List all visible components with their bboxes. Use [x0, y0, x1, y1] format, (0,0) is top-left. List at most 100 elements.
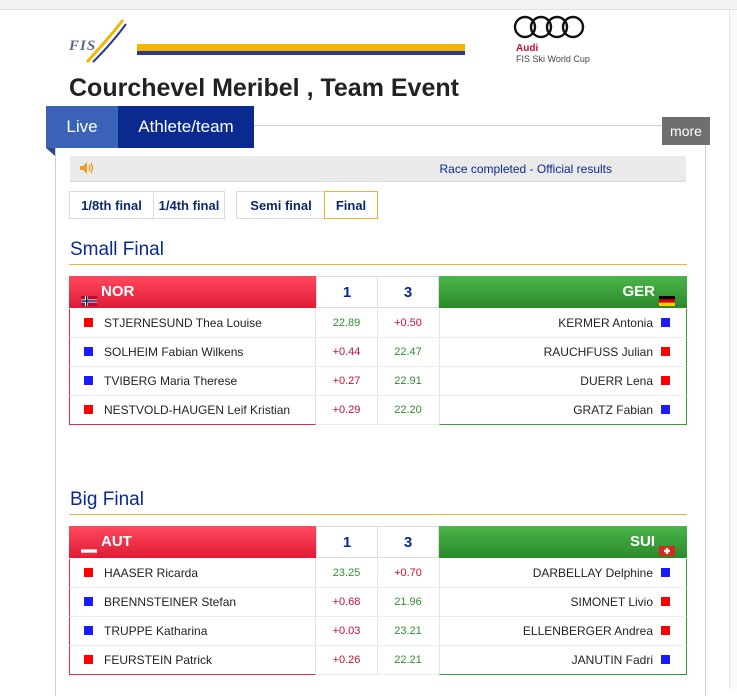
header-stripe-blue — [137, 51, 465, 55]
athlete-name[interactable]: GRATZ Fabian — [573, 403, 653, 417]
table-row-left-athlete: SOLHEIM Fabian Wilkens — [69, 338, 316, 367]
table-row-left-athlete: TRUPPE Katharina — [69, 617, 316, 646]
athlete-name[interactable]: BRENNSTEINER Stefan — [104, 595, 236, 609]
run3-value: +0.50 — [377, 309, 439, 338]
athlete-name[interactable]: SIMONET Livio — [571, 595, 653, 609]
run3-value: 22.20 — [377, 396, 439, 425]
athlete-name[interactable]: HAASER Ricarda — [104, 566, 198, 580]
big-final-title: Big Final — [70, 489, 144, 510]
course-color-marker — [661, 626, 670, 636]
more-button[interactable]: more — [662, 117, 710, 145]
small-final-left-team: NOR — [101, 283, 135, 300]
athlete-name[interactable]: NESTVOLD-HAUGEN Leif Kristian — [104, 403, 290, 417]
tab-semi-final[interactable]: Semi final — [236, 191, 326, 219]
germany-flag-icon — [659, 286, 675, 307]
small-final-right-team-header: GER — [439, 276, 687, 308]
athlete-name[interactable]: TRUPPE Katharina — [104, 624, 207, 638]
tab-notch — [46, 148, 55, 156]
athlete-name[interactable]: KERMER Antonia — [558, 316, 653, 330]
course-color-marker — [84, 597, 93, 607]
athlete-name[interactable]: RAUCHFUSS Julian — [544, 345, 653, 359]
table-row-left-athlete: NESTVOLD-HAUGEN Leif Kristian — [69, 396, 316, 425]
course-color-marker — [661, 376, 670, 386]
athlete-name[interactable]: FEURSTEIN Patrick — [104, 653, 212, 667]
run3-value: 21.96 — [377, 588, 439, 617]
course-color-marker — [661, 347, 670, 357]
athlete-name[interactable]: DUERR Lena — [580, 374, 653, 388]
small-final-run3-header: 3 — [377, 276, 439, 308]
athlete-name[interactable]: TVIBERG Maria Therese — [104, 374, 237, 388]
run1-value: +0.26 — [316, 646, 378, 675]
speaker-icon[interactable] — [79, 161, 95, 175]
run3-value: 22.91 — [377, 367, 439, 396]
status-text[interactable]: Race completed - Official results — [439, 162, 612, 176]
run3-value: 22.21 — [377, 646, 439, 675]
course-color-marker — [661, 568, 670, 578]
tab-athlete-team[interactable]: Athlete/team — [118, 106, 254, 148]
athlete-name[interactable]: JANUTIN Fadri — [572, 653, 653, 667]
audi-rings-icon — [513, 15, 585, 39]
tab-live[interactable]: Live — [46, 106, 118, 148]
run3-value: +0.70 — [377, 559, 439, 588]
small-final-left-team-header: NOR — [69, 276, 316, 308]
big-final-rule — [69, 514, 687, 515]
norway-flag-icon — [81, 286, 97, 307]
big-final-run3-header: 3 — [377, 526, 439, 558]
austria-flag-icon — [81, 536, 97, 557]
audi-brand-text: Audi — [516, 43, 539, 54]
table-row-right-athlete: ELLENBERGER Andrea — [439, 617, 687, 646]
table-row-right-athlete: JANUTIN Fadri — [439, 646, 687, 675]
big-final-right-team: SUI — [629, 533, 655, 550]
audi-subtitle: FIS Ski World Cup — [516, 54, 590, 64]
switzerland-flag-icon — [659, 536, 675, 557]
audi-logo: Audi FIS Ski World Cup — [512, 14, 612, 68]
tab-final[interactable]: Final — [324, 191, 378, 219]
run1-value: +0.03 — [316, 617, 378, 646]
table-row-right-athlete: DUERR Lena — [439, 367, 687, 396]
run3-value: 23.21 — [377, 617, 439, 646]
table-row-left-athlete: HAASER Ricarda — [69, 559, 316, 588]
course-color-marker — [84, 655, 93, 665]
table-row-left-athlete: TVIBERG Maria Therese — [69, 367, 316, 396]
tab-quarter-final[interactable]: 1/4th final — [153, 191, 225, 219]
run1-value: 22.89 — [316, 309, 378, 338]
run1-value: +0.29 — [316, 396, 378, 425]
run1-value: +0.27 — [316, 367, 378, 396]
run1-value: 23.25 — [316, 559, 378, 588]
small-final-right-team: GER — [622, 283, 655, 300]
big-final-run1-header: 1 — [316, 526, 378, 558]
table-row-right-athlete: KERMER Antonia — [439, 309, 687, 338]
course-color-marker — [84, 347, 93, 357]
course-color-marker — [84, 626, 93, 636]
scrollbar[interactable] — [729, 10, 737, 689]
small-final-run1-header: 1 — [316, 276, 378, 308]
athlete-name[interactable]: ELLENBERGER Andrea — [523, 624, 653, 638]
run1-value: +0.68 — [316, 588, 378, 617]
athlete-name[interactable]: DARBELLAY Delphine — [533, 566, 653, 580]
course-color-marker — [84, 568, 93, 578]
course-color-marker — [661, 655, 670, 665]
fis-logo: FIS — [69, 18, 127, 64]
table-row-left-athlete: BRENNSTEINER Stefan — [69, 588, 316, 617]
table-row-right-athlete: GRATZ Fabian — [439, 396, 687, 425]
table-row-right-athlete: SIMONET Livio — [439, 588, 687, 617]
athlete-name[interactable]: SOLHEIM Fabian Wilkens — [104, 345, 243, 359]
course-color-marker — [84, 318, 93, 328]
header-stripe-gold — [137, 44, 465, 51]
big-final-right-team-header: SUI — [439, 526, 687, 558]
status-bar: Race completed - Official results — [70, 156, 686, 182]
course-color-marker — [84, 405, 93, 415]
small-final-rule — [69, 264, 687, 265]
athlete-name[interactable]: STJERNESUND Thea Louise — [104, 316, 262, 330]
table-row-left-athlete: FEURSTEIN Patrick — [69, 646, 316, 675]
big-final-left-team: AUT — [101, 533, 132, 550]
page-title: Courchevel Meribel , Team Event — [69, 74, 459, 102]
big-final-left-team-header: AUT — [69, 526, 316, 558]
table-row-right-athlete: DARBELLAY Delphine — [439, 559, 687, 588]
course-color-marker — [661, 405, 670, 415]
browser-top-strip — [0, 0, 737, 10]
course-color-marker — [661, 318, 670, 328]
tab-eighth-final[interactable]: 1/8th final — [69, 191, 154, 219]
table-row-right-athlete: RAUCHFUSS Julian — [439, 338, 687, 367]
course-color-marker — [661, 597, 670, 607]
